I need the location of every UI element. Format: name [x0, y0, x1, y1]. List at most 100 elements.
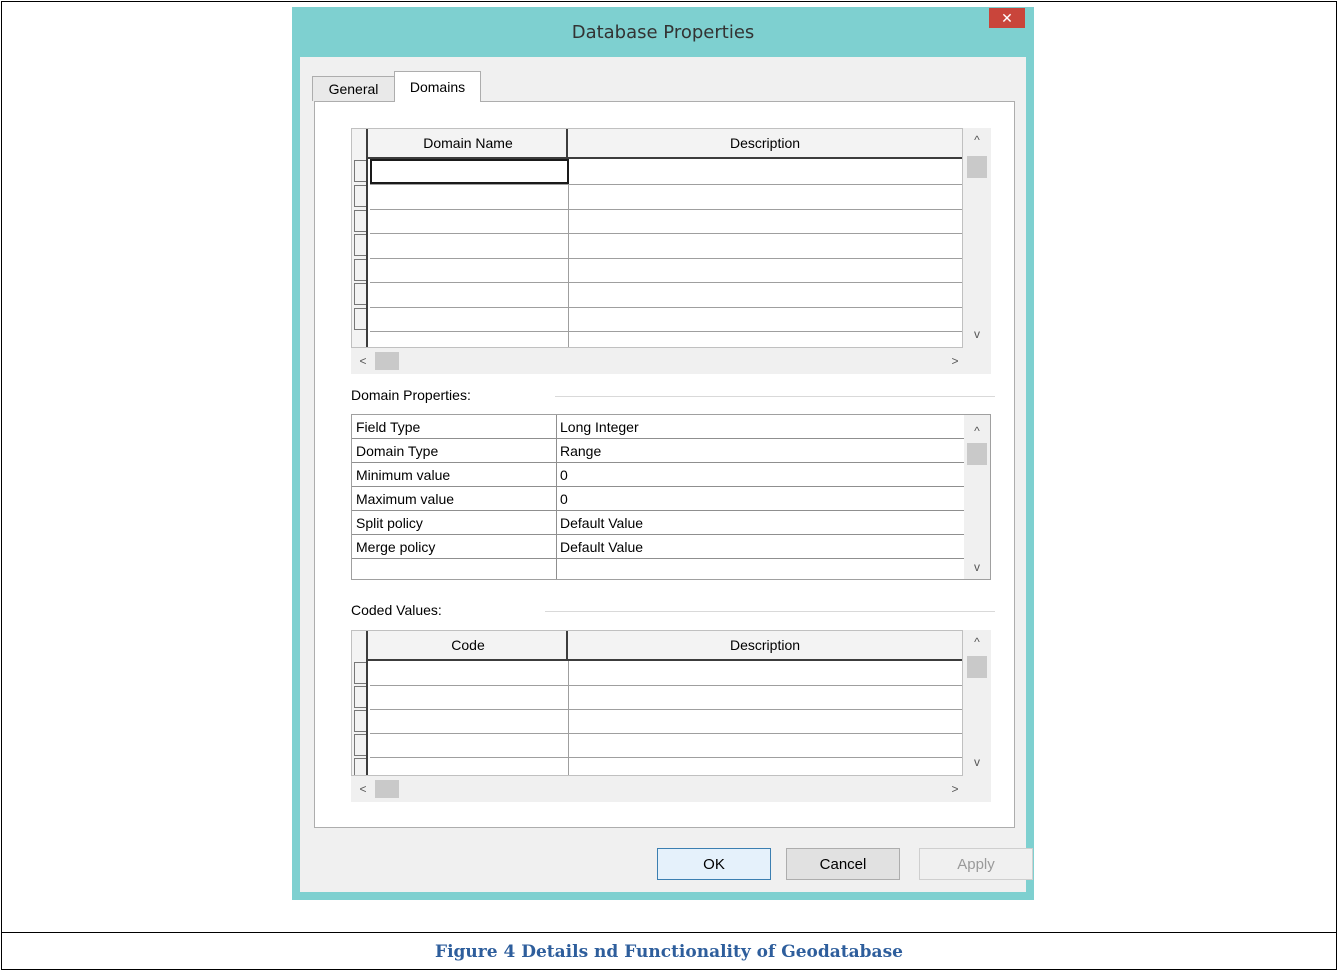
scroll-down-icon[interactable]: v: [969, 559, 985, 575]
property-row-split-policy[interactable]: Split policy Default Value: [352, 511, 964, 535]
scroll-thumb[interactable]: [967, 656, 987, 678]
section-divider: [555, 396, 995, 397]
table-row[interactable]: [370, 709, 962, 710]
column-header-label: Description: [729, 135, 801, 151]
property-row-field-type[interactable]: Field Type Long Integer: [352, 415, 964, 439]
property-value[interactable]: Default Value: [560, 515, 643, 531]
table-row[interactable]: [370, 757, 962, 758]
apply-button[interactable]: Apply: [919, 848, 1033, 880]
scroll-right-icon[interactable]: >: [947, 353, 963, 369]
scroll-left-icon[interactable]: <: [355, 781, 371, 797]
property-name: Domain Type: [356, 443, 439, 459]
column-header-domain-name[interactable]: Domain Name: [370, 129, 568, 157]
domain-properties-grid[interactable]: Field Type Long Integer Domain Type Rang…: [351, 414, 991, 580]
scroll-up-icon[interactable]: ^: [969, 423, 985, 439]
row-selector[interactable]: [354, 234, 366, 256]
dialog-client-area: General Domains Domain Name Description: [300, 57, 1033, 892]
property-row-merge-policy[interactable]: Merge policy Default Value: [352, 535, 964, 559]
property-name: Merge policy: [356, 539, 436, 555]
column-header-label: Code: [451, 637, 485, 653]
column-header-description[interactable]: Description: [568, 631, 962, 659]
table-row[interactable]: [370, 258, 962, 259]
table-row[interactable]: [370, 307, 962, 308]
row-selector[interactable]: [354, 259, 366, 281]
ok-button[interactable]: OK: [657, 848, 771, 880]
close-icon: ✕: [1001, 9, 1013, 26]
column-divider: [556, 487, 557, 510]
coded-values-label: Coded Values:: [351, 602, 442, 618]
row-selector[interactable]: [354, 160, 366, 182]
property-value[interactable]: 0: [560, 467, 568, 483]
row-selector[interactable]: [354, 283, 366, 305]
column-header-description[interactable]: Description: [568, 129, 962, 157]
domain-properties-label: Domain Properties:: [351, 387, 471, 403]
scroll-down-icon[interactable]: v: [969, 754, 985, 770]
dialog-title: Database Properties: [571, 22, 755, 43]
scroll-down-icon[interactable]: v: [969, 326, 985, 342]
tab-domains[interactable]: Domains: [394, 71, 481, 102]
coded-values-vertical-scrollbar[interactable]: ^ v: [963, 630, 991, 776]
property-row-maximum-value[interactable]: Maximum value 0: [352, 487, 964, 511]
property-name: Minimum value: [356, 467, 451, 483]
scroll-up-icon[interactable]: ^: [969, 132, 985, 148]
row-selector[interactable]: [354, 710, 366, 732]
figure-caption-row: Figure 4 Details nd Functionality of Geo…: [1, 932, 1337, 970]
domain-properties-vertical-scrollbar[interactable]: ^ v: [964, 415, 990, 579]
table-row[interactable]: [370, 331, 962, 332]
column-divider: [568, 159, 569, 347]
column-divider: [556, 535, 557, 558]
domains-tab-panel: Domain Name Description ^ v < > Domain P…: [314, 101, 1015, 828]
row-selector[interactable]: [354, 308, 366, 330]
coded-values-grid-header: Code Description: [352, 631, 962, 661]
scroll-up-icon[interactable]: ^: [969, 634, 985, 650]
tab-general[interactable]: General: [312, 76, 395, 101]
column-divider: [556, 439, 557, 462]
row-selector[interactable]: [354, 758, 366, 775]
scroll-thumb[interactable]: [967, 443, 987, 465]
scroll-thumb[interactable]: [375, 352, 399, 370]
table-row[interactable]: [370, 184, 962, 185]
scroll-left-icon[interactable]: <: [355, 353, 371, 369]
column-header-label: Domain Name: [423, 135, 513, 151]
property-name: Split policy: [356, 515, 423, 531]
scroll-thumb[interactable]: [967, 156, 987, 178]
column-divider: [568, 661, 569, 775]
property-value[interactable]: Range: [560, 443, 601, 459]
table-row[interactable]: [370, 282, 962, 283]
scroll-right-icon[interactable]: >: [947, 781, 963, 797]
coded-values-grid[interactable]: Code Description: [351, 630, 963, 776]
table-row[interactable]: [370, 209, 962, 210]
property-value[interactable]: Long Integer: [560, 419, 639, 435]
close-button[interactable]: ✕: [989, 8, 1025, 28]
row-selector[interactable]: [354, 686, 366, 708]
tab-domains-label: Domains: [409, 79, 466, 95]
column-divider: [556, 415, 557, 438]
scroll-thumb[interactable]: [375, 780, 399, 798]
column-header-label: Description: [729, 637, 801, 653]
row-selector[interactable]: [354, 210, 366, 232]
database-properties-dialog: Database Properties ✕ General Domains Do…: [292, 7, 1034, 900]
column-header-code[interactable]: Code: [370, 631, 568, 659]
table-row[interactable]: [370, 233, 962, 234]
property-value[interactable]: 0: [560, 491, 568, 507]
row-selector[interactable]: [354, 662, 366, 684]
cancel-button[interactable]: Cancel: [786, 848, 900, 880]
row-selector[interactable]: [354, 734, 366, 756]
table-row[interactable]: [370, 733, 962, 734]
column-divider: [556, 559, 557, 579]
table-row[interactable]: [370, 685, 962, 686]
domains-grid[interactable]: Domain Name Description: [351, 128, 963, 348]
property-value[interactable]: Default Value: [560, 539, 643, 555]
property-row-domain-type[interactable]: Domain Type Range: [352, 439, 964, 463]
property-name: Maximum value: [356, 491, 455, 507]
domains-grid-vertical-scrollbar[interactable]: ^ v: [963, 128, 991, 348]
coded-values-horizontal-scrollbar[interactable]: < >: [351, 776, 991, 802]
property-row-empty[interactable]: [352, 559, 964, 579]
property-row-minimum-value[interactable]: Minimum value 0: [352, 463, 964, 487]
domains-grid-horizontal-scrollbar[interactable]: < >: [351, 348, 991, 374]
row-selector[interactable]: [354, 185, 366, 207]
column-divider: [556, 463, 557, 486]
title-bar[interactable]: Database Properties ✕: [292, 7, 1034, 57]
active-cell[interactable]: [370, 159, 569, 184]
domains-grid-header: Domain Name Description: [352, 129, 962, 159]
